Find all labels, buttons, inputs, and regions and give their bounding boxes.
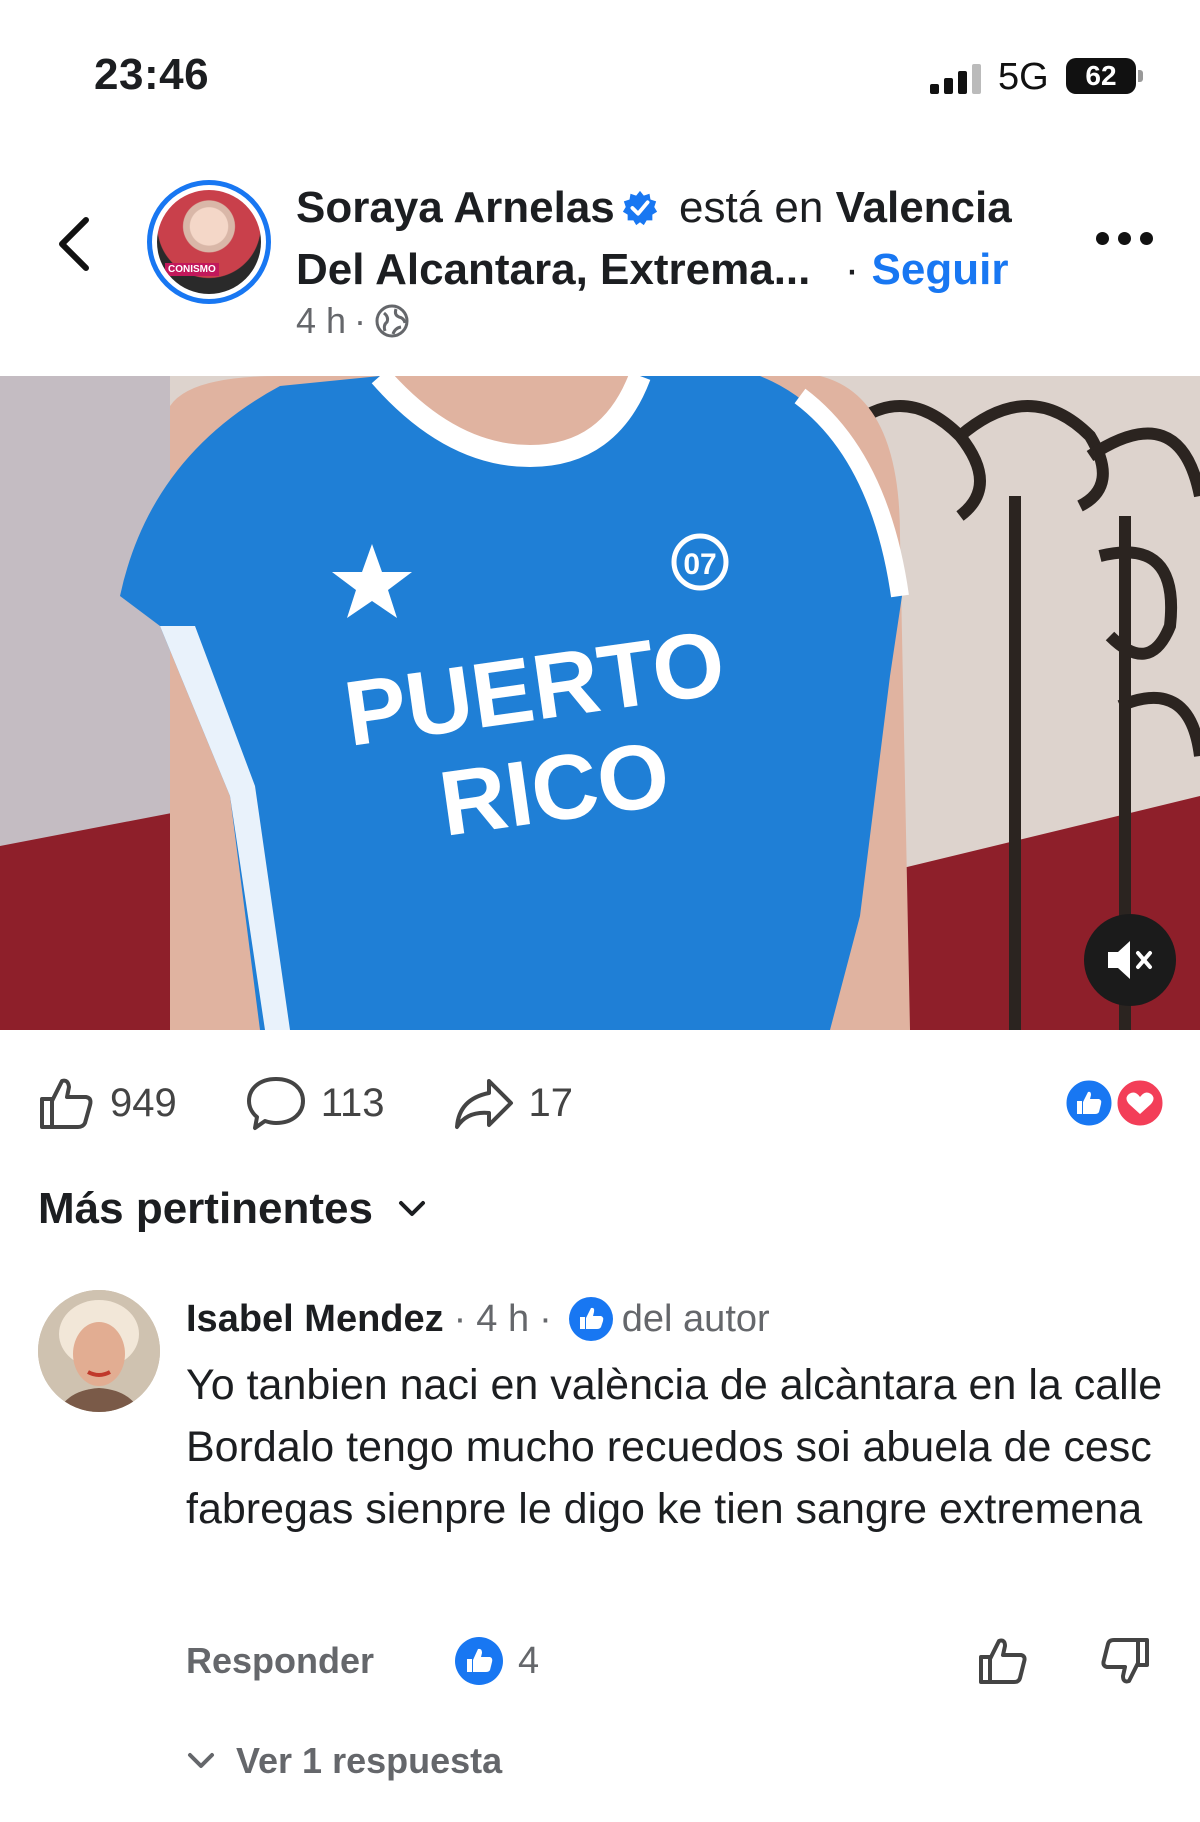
shirt-badge-number: 07 [683, 548, 716, 581]
post-time: 4 h [296, 300, 347, 341]
post-header-line1: Soraya Arnelas está en Valencia [296, 178, 1012, 238]
chevron-down-icon [188, 1753, 214, 1768]
thumbs-up-icon [40, 1078, 93, 1129]
view-replies-button[interactable]: Ver 1 respuesta [186, 1740, 502, 1782]
status-time: 23:46 [94, 50, 210, 99]
speaker-muted-icon [1108, 941, 1152, 979]
globe-icon [375, 304, 409, 338]
follow-separator: · [844, 245, 860, 294]
sort-label: Más pertinentes [38, 1184, 373, 1233]
follow-button[interactable]: Seguir [872, 245, 1009, 294]
location-name-line1[interactable]: Valencia [836, 183, 1012, 232]
post-meta: 4 h · [296, 300, 410, 342]
comment-sort-dropdown[interactable]: Más pertinentes [38, 1184, 427, 1234]
cellular-signal-icon [930, 62, 982, 94]
comment-sep-2: · [539, 1297, 552, 1340]
share-count: 17 [528, 1080, 574, 1125]
mute-toggle-button[interactable] [1084, 914, 1176, 1006]
author-avatar-image: CONISMO [157, 190, 261, 294]
share-arrow-icon [454, 1079, 513, 1129]
comment-time: 4 h [476, 1297, 530, 1340]
battery-nub [1138, 70, 1143, 82]
author-liked-icon [568, 1297, 613, 1341]
network-type: 5G [998, 56, 1049, 98]
comment-text: Yo tanbien naci en valència de alcàntara… [186, 1361, 1163, 1533]
commenter-avatar[interactable] [38, 1290, 160, 1412]
location-name-line2[interactable]: Del Alcantara, Extrema... [296, 245, 810, 294]
thumbs-up-outline-icon [979, 1638, 1027, 1684]
comment-reactions[interactable]: 4 [454, 1636, 539, 1686]
post-video[interactable]: 07 PUERTO RICO [0, 376, 1200, 1030]
comment-downvote-button[interactable] [1098, 1634, 1152, 1688]
comment-header: Isabel Mendez · 4 h · del autor [186, 1296, 770, 1342]
author-liked-label: del autor [621, 1297, 770, 1340]
comment-upvote-button[interactable] [976, 1634, 1030, 1688]
share-button[interactable]: 17 [453, 1073, 574, 1133]
location-prefix: está en [679, 183, 824, 232]
comment-bubble-icon [246, 1077, 305, 1130]
author-avatar[interactable]: CONISMO [147, 180, 271, 304]
verified-badge-icon [622, 190, 657, 226]
meta-dot: · [354, 300, 367, 341]
battery-level: 62 [1085, 60, 1117, 91]
commenter-avatar-image [38, 1290, 160, 1412]
chevron-down-icon [398, 1201, 425, 1216]
post-header-line2: Del Alcantara, Extrema... · Seguir [296, 240, 1008, 300]
view-replies-label: Ver 1 respuesta [236, 1740, 503, 1781]
comment-like-count: 4 [518, 1639, 540, 1682]
post-action-bar: 949 113 17 [36, 1072, 641, 1134]
reactions-summary[interactable] [1062, 1076, 1168, 1130]
comment-like-reaction-icon [455, 1637, 503, 1685]
commenter-name[interactable]: Isabel Mendez [186, 1298, 444, 1341]
comment-count: 113 [320, 1080, 385, 1125]
battery-icon: 62 [1066, 58, 1136, 94]
thumbs-down-outline-icon [1101, 1638, 1149, 1684]
chevron-left-icon [59, 217, 89, 271]
avatar-tag: CONISMO [165, 263, 219, 276]
comment-sep-1: · [453, 1297, 467, 1340]
like-button[interactable]: 949 [36, 1073, 177, 1133]
more-options-button[interactable] [1096, 232, 1156, 252]
comment-actions: Responder [186, 1640, 374, 1682]
comment-button[interactable]: 113 [245, 1073, 385, 1133]
reaction-icons [1063, 1077, 1166, 1129]
like-count: 949 [110, 1080, 177, 1125]
author-name[interactable]: Soraya Arnelas [296, 183, 615, 232]
reply-button[interactable]: Responder [186, 1640, 374, 1681]
video-frame: 07 PUERTO RICO [0, 376, 1200, 1030]
back-button[interactable] [52, 214, 102, 274]
